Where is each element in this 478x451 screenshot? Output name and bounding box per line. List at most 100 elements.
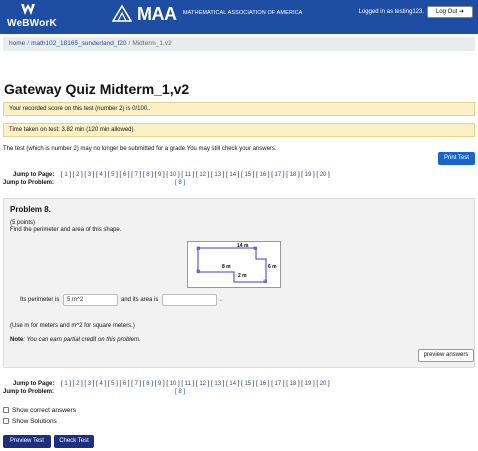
page-link-15[interactable]: 15 bbox=[244, 172, 251, 178]
maa-title: MAA bbox=[137, 4, 177, 24]
page-link-10[interactable]: 10 bbox=[170, 172, 177, 178]
page-link-3[interactable]: 3 bbox=[88, 172, 91, 178]
page-link-19[interactable]: 19 bbox=[305, 172, 312, 178]
page-link-16[interactable]: 16 bbox=[260, 172, 267, 178]
breadcrumb-separator: / bbox=[27, 40, 30, 47]
page-link-20[interactable]: 20 bbox=[320, 172, 327, 178]
page-link-8[interactable]: 8 bbox=[146, 172, 149, 178]
shape-label-bottom: 2 m bbox=[238, 273, 247, 279]
maa-logo-icon bbox=[112, 4, 132, 22]
show-solutions-label: Show Solutions bbox=[12, 418, 57, 425]
submission-message: The test (which is number 2) may no long… bbox=[3, 146, 277, 152]
page-link-13[interactable]: 13 bbox=[214, 381, 221, 387]
page-link-15[interactable]: 15 bbox=[244, 381, 251, 387]
show-solutions-option[interactable]: Show Solutions bbox=[3, 418, 57, 425]
note-label: Note bbox=[10, 337, 24, 343]
page-link-7[interactable]: 7 bbox=[135, 172, 138, 178]
area-label: and its area is bbox=[121, 297, 159, 303]
time-alert: Time taken on test: 3.82 min (120 min al… bbox=[3, 123, 475, 137]
page-link-12[interactable]: 12 bbox=[199, 381, 206, 387]
area-input[interactable] bbox=[162, 294, 217, 306]
jump-to-page-label: Jump to Page: bbox=[13, 172, 55, 178]
page-link-2[interactable]: 2 bbox=[76, 381, 79, 387]
page-link-16[interactable]: 16 bbox=[260, 381, 267, 387]
jump-to-problem-label: Jump to Problem: bbox=[3, 389, 55, 395]
perimeter-input[interactable]: 5 m^2 bbox=[63, 294, 118, 306]
jump-to-page-label: Jump to Page: bbox=[13, 381, 55, 387]
preview-test-button[interactable]: Preview Test bbox=[3, 435, 51, 448]
note-text: : You can earn partial credit on this pr… bbox=[23, 337, 141, 343]
page-title: Gateway Quiz Midterm_1,v2 bbox=[4, 81, 190, 97]
page-link-7[interactable]: 7 bbox=[135, 381, 138, 387]
breadcrumb-home-link[interactable]: home bbox=[9, 40, 25, 47]
page-link-17[interactable]: 17 bbox=[275, 381, 282, 387]
page-link-6[interactable]: 6 bbox=[123, 381, 126, 387]
page-link-20[interactable]: 20 bbox=[320, 381, 327, 387]
page-link-8[interactable]: 8 bbox=[146, 381, 149, 387]
logout-button[interactable]: Log Out ➜ bbox=[427, 6, 473, 18]
problem-panel: Problem 8. (5 points) Find the perimeter… bbox=[3, 198, 475, 368]
breadcrumb: home / math102_18165_sunderland_f20/Midter… bbox=[3, 37, 475, 51]
answer-period: . bbox=[220, 297, 222, 303]
page-link-5[interactable]: 5 bbox=[111, 381, 114, 387]
breadcrumb-current: Midterm_1,v2 bbox=[132, 40, 172, 47]
show-solutions-checkbox[interactable] bbox=[3, 418, 9, 424]
partial-credit-note: Note: You can earn partial credit on thi… bbox=[10, 337, 141, 343]
page-link-18[interactable]: 18 bbox=[290, 381, 297, 387]
print-test-button[interactable]: Print Test bbox=[438, 152, 475, 165]
shape-label-left: 8 m bbox=[222, 264, 231, 270]
page-links: [ 1 ] [ 2 ] [ 3 ] [ 4 ] [ 5 ] [ 6 ] [ 7 … bbox=[61, 172, 330, 178]
top-header: WeBWorK MAA MATHEMATICAL ASSOCIATION OF … bbox=[0, 0, 478, 34]
page-link-18[interactable]: 18 bbox=[290, 172, 297, 178]
page-link-5[interactable]: 5 bbox=[111, 172, 114, 178]
page-link-2[interactable]: 2 bbox=[76, 172, 79, 178]
webwork-logo-text: WeBWorK bbox=[7, 18, 57, 29]
page-link-11[interactable]: 11 bbox=[185, 172, 191, 178]
problem-text: Find the perimeter and area of this shap… bbox=[10, 227, 122, 233]
page-link-1[interactable]: 1 bbox=[64, 172, 67, 178]
perimeter-label: Its perimeter is bbox=[20, 297, 60, 303]
units-hint: (Use m for meters and m^2 for square met… bbox=[10, 323, 135, 329]
webwork-logo[interactable]: WeBWorK bbox=[6, 3, 62, 31]
preview-answers-button[interactable]: preview answers bbox=[418, 349, 474, 362]
breadcrumb-course-link[interactable]: math102_18165_sunderland_f20 bbox=[31, 40, 126, 47]
breadcrumb-separator: / bbox=[128, 40, 131, 47]
problem-title: Problem 8. bbox=[10, 205, 51, 214]
shape-label-top: 14 m bbox=[237, 243, 249, 249]
shape-figure: 14 m 8 m 6 m 2 m bbox=[187, 241, 281, 288]
maa-subtitle: MATHEMATICAL ASSOCIATION OF AMERICA bbox=[183, 10, 303, 16]
page-link-11[interactable]: 11 bbox=[185, 381, 191, 387]
jump-nav-top: Jump to Page: [ 1 ] [ 2 ] [ 3 ] [ 4 ] [ … bbox=[0, 171, 478, 191]
problem-points: (5 points) bbox=[10, 220, 36, 226]
page-link-3[interactable]: 3 bbox=[88, 381, 91, 387]
score-alert: Your recorded score on this test (number… bbox=[3, 102, 475, 116]
page-link-10[interactable]: 10 bbox=[170, 381, 177, 387]
page-link-12[interactable]: 12 bbox=[199, 172, 206, 178]
page-link-9[interactable]: 9 bbox=[158, 172, 161, 178]
page-link-19[interactable]: 19 bbox=[305, 381, 312, 387]
login-status: Logged in as testing123. bbox=[358, 9, 424, 15]
page-links: [ 1 ] [ 2 ] [ 3 ] [ 4 ] [ 5 ] [ 6 ] [ 7 … bbox=[61, 381, 330, 387]
webwork-emblem-icon bbox=[20, 3, 36, 18]
page-link-9[interactable]: 9 bbox=[158, 381, 161, 387]
check-test-button[interactable]: Check Test bbox=[54, 435, 94, 448]
current-problem-link[interactable]: [ 8 ] bbox=[175, 388, 185, 396]
show-correct-answers-checkbox[interactable] bbox=[3, 407, 9, 413]
page-link-4[interactable]: 4 bbox=[99, 172, 102, 178]
page-link-14[interactable]: 14 bbox=[229, 172, 236, 178]
shape-label-right: 6 m bbox=[268, 264, 277, 270]
page-link-14[interactable]: 14 bbox=[229, 381, 236, 387]
show-correct-answers-option[interactable]: Show correct answers bbox=[3, 407, 76, 414]
problem-8-link[interactable]: [ 8 ] bbox=[175, 389, 185, 395]
page-link-13[interactable]: 13 bbox=[214, 172, 221, 178]
current-problem-link[interactable]: [ 8 ] bbox=[175, 179, 185, 187]
show-correct-answers-label: Show correct answers bbox=[12, 407, 76, 414]
shape-drawing: 14 m 8 m 6 m 2 m bbox=[196, 243, 277, 283]
page-link-17[interactable]: 17 bbox=[275, 172, 282, 178]
page-link-6[interactable]: 6 bbox=[123, 172, 126, 178]
page-link-4[interactable]: 4 bbox=[99, 381, 102, 387]
problem-8-link[interactable]: [ 8 ] bbox=[175, 180, 185, 186]
jump-to-problem-label: Jump to Problem: bbox=[3, 180, 55, 186]
page-link-1[interactable]: 1 bbox=[64, 381, 67, 387]
jump-nav-bottom: Jump to Page: [ 1 ] [ 2 ] [ 3 ] [ 4 ] [ … bbox=[0, 380, 478, 400]
